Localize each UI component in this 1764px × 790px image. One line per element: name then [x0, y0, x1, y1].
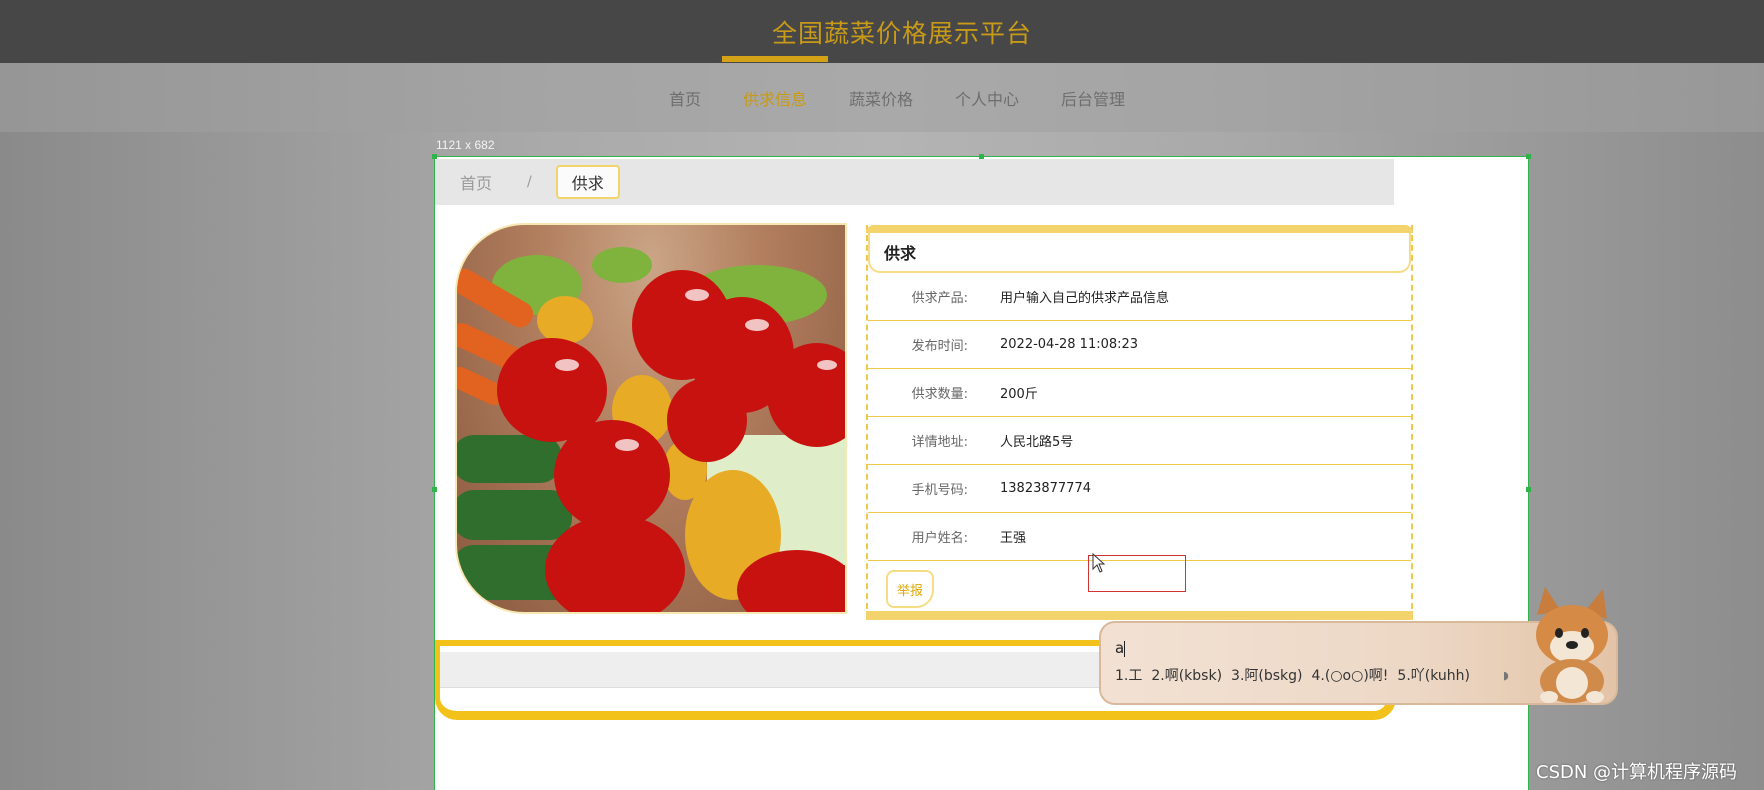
panel-top-border: [866, 225, 1413, 233]
detail-row-username: 用户姓名: 王强: [868, 513, 1411, 561]
product-image: [455, 223, 847, 614]
row-value: 2022-04-28 11:08:23: [1000, 337, 1139, 352]
resize-handle[interactable]: [432, 487, 437, 492]
row-value: 王强: [1000, 531, 1027, 546]
row-label: 用户姓名:: [911, 531, 968, 546]
resize-handle[interactable]: [1526, 487, 1531, 492]
row-value: 200斤: [1000, 387, 1038, 402]
ime-next-page-icon[interactable]: ◗: [1503, 669, 1509, 682]
detail-row-time: 发布时间: 2022-04-28 11:08:23: [868, 321, 1411, 369]
ime-candidate[interactable]: 1.工: [1115, 665, 1142, 685]
ime-candidates: 1.工 2.啊(kbsk) 3.阿(bskg) 4.(○o○)啊! 5.吖(ku…: [1115, 665, 1470, 685]
row-label: 发布时间:: [911, 339, 968, 354]
panel-bottom-border: [866, 611, 1413, 620]
detail-row-product: 供求产品: 用户输入自己的供求产品信息: [868, 273, 1411, 321]
resize-handle[interactable]: [1526, 154, 1531, 159]
nav-item-home[interactable]: 首页: [648, 86, 722, 110]
mouse-cursor-icon: [1092, 553, 1106, 573]
breadcrumb-home[interactable]: 首页: [460, 170, 492, 194]
ime-candidate-window: a 1.工 2.啊(kbsk) 3.阿(bskg) 4.(○o○)啊! 5.吖(…: [1099, 587, 1618, 705]
shiba-dog-icon: [1536, 587, 1608, 703]
row-value: 13823877774: [1000, 481, 1091, 496]
report-button[interactable]: 举报: [886, 570, 934, 608]
ime-candidate[interactable]: 3.阿(bskg): [1231, 665, 1302, 685]
text-caret: [1124, 640, 1126, 657]
ime-candidate[interactable]: 4.(○o○)啊!: [1312, 665, 1389, 685]
ime-candidate[interactable]: 2.啊(kbsk): [1151, 665, 1222, 685]
row-value: 人民北路5号: [1000, 435, 1074, 450]
nav-item-supply-demand[interactable]: 供求信息: [721, 55, 829, 110]
site-title: 全国蔬菜价格展示平台: [771, 18, 1032, 48]
watermark: CSDN @计算机程序源码: [1536, 762, 1738, 783]
row-label: 详情地址:: [911, 435, 968, 450]
breadcrumb-separator: /: [527, 174, 532, 190]
ime-candidate[interactable]: 5.吖(kuhh): [1397, 665, 1470, 685]
row-value: 用户输入自己的供求产品信息: [1000, 291, 1170, 306]
frame-dimension-label: 1121 x 682: [436, 138, 495, 152]
detail-heading: 供求: [868, 233, 1411, 273]
detail-row-phone: 手机号码: 13823877774: [868, 465, 1411, 513]
nav-item-vegetable-price[interactable]: 蔬菜价格: [828, 86, 934, 110]
nav-item-admin[interactable]: 后台管理: [1040, 86, 1146, 110]
breadcrumb-current[interactable]: 供求: [555, 165, 620, 199]
breadcrumb: 首页 / 供求: [435, 159, 1394, 205]
detail-row-address: 详情地址: 人民北路5号: [868, 417, 1411, 465]
detail-row-quantity: 供求数量: 200斤: [868, 369, 1411, 417]
row-label: 手机号码:: [911, 483, 968, 498]
top-header: 全国蔬菜价格展示平台: [0, 0, 1764, 63]
main-nav: 首页 供求信息 蔬菜价格 个人中心 后台管理: [0, 55, 1764, 132]
row-label: 供求数量:: [911, 387, 968, 402]
row-label: 供求产品:: [911, 291, 968, 306]
vegetables-illustration: [457, 247, 845, 612]
ime-input-text[interactable]: a: [1115, 639, 1126, 657]
nav-item-personal-center[interactable]: 个人中心: [934, 86, 1040, 110]
ime-typed: a: [1115, 639, 1125, 657]
